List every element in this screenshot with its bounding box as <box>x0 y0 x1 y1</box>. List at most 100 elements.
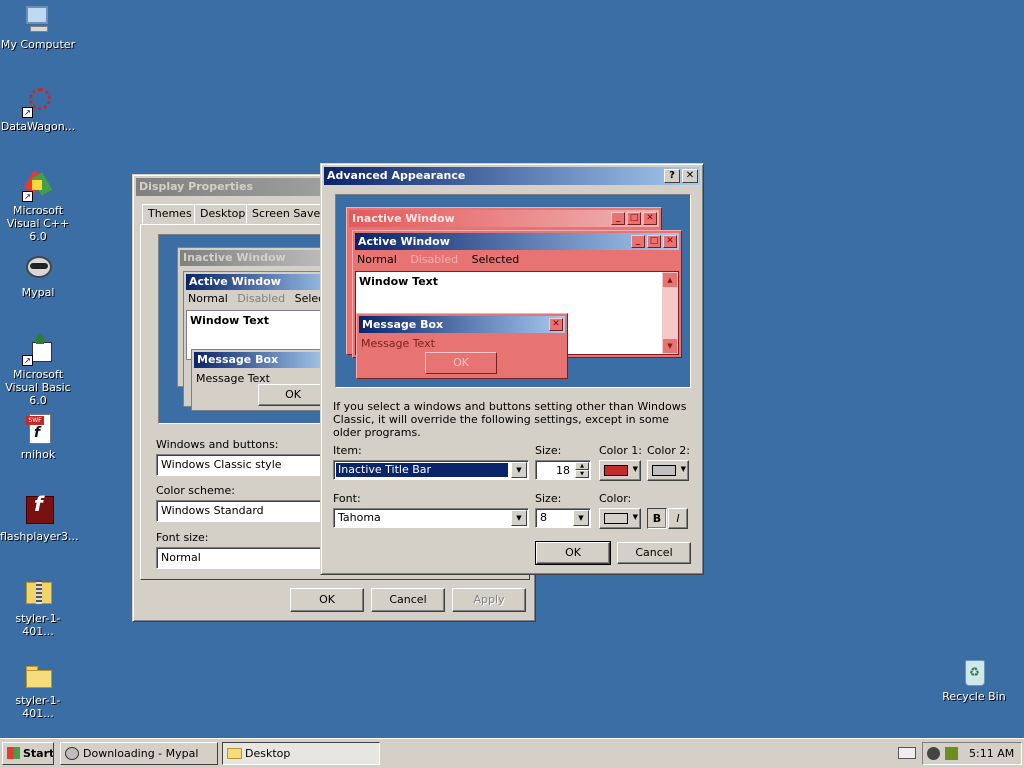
mypal-icon <box>65 747 79 760</box>
item-size-spinner[interactable]: 18 ▲ ▼ <box>535 460 591 480</box>
color1-picker[interactable]: ▼ <box>599 460 641 481</box>
display-cancel-button[interactable]: Cancel <box>371 588 445 612</box>
preview-ok-button: OK <box>258 384 328 406</box>
advanced-ok-button[interactable]: OK <box>535 541 611 565</box>
desktop-icon-styler-zip[interactable]: styler-1-401... <box>0 578 76 638</box>
clock[interactable]: 5:11 AM <box>969 747 1014 760</box>
spin-up-icon[interactable]: ▲ <box>575 462 589 470</box>
desktop-icon-label: styler-1-401... <box>15 612 61 638</box>
advanced-appearance-titlebar[interactable]: Advanced Appearance ? ✕ <box>324 167 700 185</box>
taskbar-item-desktop[interactable]: Desktop <box>222 742 380 765</box>
tray-app-icon[interactable] <box>927 747 940 760</box>
spin-down-icon[interactable]: ▼ <box>575 470 589 478</box>
chevron-down-icon: ▼ <box>632 465 638 473</box>
tab-screen-saver[interactable]: Screen Saver <box>246 204 331 224</box>
chevron-down-icon[interactable]: ▼ <box>511 462 527 478</box>
font-color-label: Color: <box>599 492 632 505</box>
color1-swatch <box>604 465 628 476</box>
color2-label: Color 2: <box>647 444 690 457</box>
close-button[interactable]: ✕ <box>682 169 698 183</box>
desktop-icon-rnihok[interactable]: SWF f rnihok <box>0 414 76 461</box>
color1-label: Color 1: <box>599 444 642 457</box>
tray-network-icon[interactable] <box>945 747 958 760</box>
font-size-select[interactable]: Normal <box>156 547 326 569</box>
taskbar: Start Downloading - Mypal Desktop 5:11 A… <box>0 738 1024 768</box>
font-size-label: Size: <box>535 492 562 505</box>
item-select[interactable]: Inactive Title Bar ▼ <box>333 460 529 480</box>
visual-cpp-icon: ↗ <box>22 170 54 202</box>
flash-player-icon: f <box>22 494 54 528</box>
desktop-icon-mypal[interactable]: Mypal <box>0 252 76 299</box>
info-text: If you select a windows and buttons sett… <box>333 400 687 439</box>
preview-message-box: Message Box Message Text OK <box>191 349 331 411</box>
maximize-icon: □ <box>647 235 661 248</box>
preview-message-box: Message Box ✕ Message Text OK <box>356 313 568 379</box>
windows-buttons-select[interactable]: Windows Classic style <box>156 454 326 476</box>
chevron-down-icon[interactable]: ▼ <box>511 510 527 526</box>
advanced-appearance-window: Advanced Appearance ? ✕ Inactive Window … <box>320 163 704 575</box>
scroll-up-icon: ▲ <box>662 272 678 288</box>
recycle-bin-icon: ♻ <box>958 656 990 688</box>
desktop-icon-label: Recycle Bin <box>942 690 1006 703</box>
menu-disabled: Disabled <box>410 253 459 266</box>
item-label: Item: <box>333 444 362 457</box>
scroll-down-icon: ▼ <box>662 338 678 354</box>
chevron-down-icon[interactable]: ▼ <box>573 510 589 526</box>
advanced-cancel-button[interactable]: Cancel <box>617 542 691 564</box>
desktop-icon-label: Microsoft Visual Basic 6.0 <box>5 368 71 407</box>
menu-selected: Selected <box>471 253 520 266</box>
desktop-icon-label: DataWagon... <box>0 120 76 133</box>
chevron-down-icon: ▼ <box>680 465 686 473</box>
desktop-icon-visual-cpp[interactable]: ↗ Microsoft Visual C++ 6.0 <box>0 170 76 243</box>
desktop-icon-flashplayer[interactable]: f flashplayer3... <box>0 494 79 543</box>
font-color-picker[interactable]: ▼ <box>599 508 641 529</box>
desktop-icon-styler-folder[interactable]: styler-1-401... <box>0 660 76 720</box>
desktop-icon-label: Mypal <box>21 286 55 299</box>
italic-toggle[interactable]: I <box>668 508 688 529</box>
desktop-icon-visual-basic[interactable]: ↗ Microsoft Visual Basic 6.0 <box>0 334 76 407</box>
window-title: Display Properties <box>139 180 254 193</box>
font-size-label: Font size: <box>156 531 209 544</box>
display-ok-button[interactable]: OK <box>290 588 364 612</box>
desktop-icon-label: flashplayer3... <box>0 530 79 543</box>
zip-folder-icon <box>22 578 54 610</box>
folder-icon <box>227 748 242 759</box>
windows-logo-icon <box>7 747 20 759</box>
datawagon-icon: ↗ <box>22 86 54 118</box>
shortcut-arrow-icon: ↗ <box>22 355 33 366</box>
italic-icon: I <box>676 512 680 525</box>
color2-picker[interactable]: ▼ <box>647 460 689 481</box>
desktop-icon-label: My Computer <box>0 38 76 51</box>
help-icon: ? <box>669 170 675 181</box>
font-label: Font: <box>333 492 361 505</box>
tab-desktop[interactable]: Desktop <box>194 204 252 224</box>
help-button[interactable]: ? <box>664 169 680 183</box>
display-apply-button[interactable]: Apply <box>452 588 526 612</box>
desktop-icon-recycle-bin[interactable]: ♻ Recycle Bin <box>936 656 1012 703</box>
close-icon: ✕ <box>549 318 563 331</box>
minimize-icon: _ <box>611 212 625 225</box>
minimize-icon: _ <box>631 235 645 248</box>
window-title: Advanced Appearance <box>327 169 466 182</box>
tab-themes[interactable]: Themes <box>142 204 198 224</box>
advanced-preview: Inactive Window _ □ ✕ Active Window _ □ … <box>335 194 691 388</box>
my-computer-icon <box>22 4 54 36</box>
taskbar-item-mypal[interactable]: Downloading - Mypal <box>60 742 218 765</box>
font-size-select[interactable]: 8 ▼ <box>535 508 591 528</box>
bold-toggle[interactable]: B <box>647 508 667 529</box>
color-scheme-label: Color scheme: <box>156 484 235 497</box>
desktop-icon-label: rnihok <box>20 448 56 461</box>
appearance-preview: Inactive Window Active Window Normal Dis… <box>158 234 343 424</box>
start-button[interactable]: Start <box>2 742 54 765</box>
close-icon: ✕ <box>663 235 677 248</box>
color-scheme-select[interactable]: Windows Standard <box>156 500 326 522</box>
menu-normal: Normal <box>357 253 397 266</box>
font-select[interactable]: Tahoma ▼ <box>333 508 529 528</box>
desktop-icon-datawagon[interactable]: ↗ DataWagon... <box>0 86 76 133</box>
shortcut-arrow-icon: ↗ <box>22 107 33 118</box>
windows-buttons-label: Windows and buttons: <box>156 438 279 451</box>
desktop-icon-my-computer[interactable]: My Computer <box>0 4 76 51</box>
mypal-icon <box>22 252 54 284</box>
folder-icon <box>22 660 54 692</box>
keyboard-icon[interactable] <box>898 747 916 759</box>
